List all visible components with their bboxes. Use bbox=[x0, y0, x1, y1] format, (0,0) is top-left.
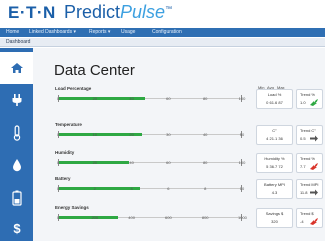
sidebar-battery[interactable] bbox=[0, 182, 33, 214]
product-name: PredictPulse™ bbox=[64, 2, 173, 22]
trend-flat-icon bbox=[310, 189, 318, 196]
tick-label: 20 bbox=[129, 132, 134, 137]
sidebar: $ bbox=[0, 48, 33, 241]
sidebar-home[interactable] bbox=[0, 52, 33, 84]
trend-card: Trend % 7.7 bbox=[296, 153, 323, 173]
stat-label: C° bbox=[272, 128, 277, 133]
tick-label: 8 bbox=[204, 186, 207, 191]
tick-label: 10 bbox=[92, 132, 98, 137]
sidebar-humidity[interactable] bbox=[0, 149, 33, 181]
tick-label: 100 bbox=[238, 160, 246, 165]
row-label: Load Percentage bbox=[55, 86, 92, 91]
tick-label: 400 bbox=[128, 215, 135, 220]
tick-label: 0 bbox=[56, 96, 60, 101]
nav-linked-dashboards[interactable]: Linked Dashboards ▾ bbox=[29, 29, 76, 35]
tick-label: 6 bbox=[167, 186, 170, 191]
logo-bar: E·T·N PredictPulse™ bbox=[0, 0, 325, 26]
scale-bar bbox=[58, 131, 242, 138]
tick-label: 80 bbox=[202, 96, 208, 101]
stat-value: 5 36.7 72 bbox=[266, 164, 283, 169]
scale-bar bbox=[58, 185, 242, 192]
stat-card: Humidity % 5 36.7 72 bbox=[256, 153, 293, 173]
tick-label: 0 bbox=[56, 186, 60, 191]
trend-card: Trend C° 0.5 bbox=[296, 125, 323, 145]
sidebar-temperature[interactable] bbox=[0, 117, 33, 149]
page-title: Data Center bbox=[54, 62, 135, 79]
tick-label: 60 bbox=[166, 160, 171, 165]
nav-configuration[interactable]: Configuration bbox=[152, 29, 182, 35]
tick-label: 800 bbox=[201, 215, 209, 220]
tick-label: 600 bbox=[165, 215, 172, 220]
tick-label: 200 bbox=[91, 215, 99, 220]
stat-label: Battery MPI bbox=[264, 182, 285, 187]
stat-label: Load % bbox=[267, 92, 282, 97]
stat-card: Battery MPI 4.3 bbox=[256, 179, 293, 199]
stat-label: Savings $ bbox=[265, 211, 284, 216]
scale-bar bbox=[58, 95, 242, 102]
nav-usage[interactable]: Usage bbox=[121, 29, 135, 35]
breadcrumb-dashboard[interactable]: Dashboard bbox=[6, 39, 30, 45]
stat-label: Humidity % bbox=[264, 156, 285, 161]
tick-label: 80 bbox=[202, 160, 208, 165]
trend-label: Trend % bbox=[300, 156, 315, 161]
stat-card: C° 4 21.1 36 bbox=[256, 125, 293, 145]
stat-card: Load % 0 61.6 87 bbox=[256, 89, 293, 109]
trend-card: Trend % 1.0 bbox=[296, 89, 323, 109]
trend-card: Trend $ -4 bbox=[296, 208, 323, 228]
stat-card: Savings $ 320 bbox=[256, 208, 293, 228]
trend-up-icon bbox=[310, 99, 318, 106]
top-nav: Home Linked Dashboards ▾ Reports ▾ Usage… bbox=[0, 28, 325, 37]
battery-icon bbox=[11, 190, 22, 206]
tick-label: 30 bbox=[166, 132, 171, 137]
home-icon bbox=[10, 63, 23, 73]
tick-label: 40 bbox=[129, 96, 134, 101]
sidebar-savings[interactable]: $ bbox=[0, 212, 33, 241]
row-label: Energy Savings bbox=[55, 205, 89, 210]
plug-icon bbox=[12, 94, 21, 106]
sidebar-power[interactable] bbox=[0, 84, 33, 116]
trend-up-red-icon bbox=[310, 163, 318, 170]
trend-label: Trend % bbox=[300, 92, 315, 97]
thermometer-icon bbox=[13, 125, 20, 141]
tick-label: 2 bbox=[93, 186, 96, 191]
nav-home[interactable]: Home bbox=[6, 29, 19, 35]
tick-label: 0 bbox=[56, 160, 60, 165]
tick-label: 20 bbox=[92, 160, 98, 165]
row-label: Battery bbox=[55, 176, 71, 181]
eaton-logo: E·T·N bbox=[8, 3, 56, 22]
tick-label: 60 bbox=[166, 96, 171, 101]
nav-reports[interactable]: Reports ▾ bbox=[89, 29, 110, 35]
tick-label: 50 bbox=[239, 132, 245, 137]
trend-label: Trend $ bbox=[300, 211, 314, 216]
tick-label: 0 bbox=[56, 215, 60, 220]
trend-label: Trend C° bbox=[300, 128, 316, 133]
scale-bar bbox=[58, 159, 242, 166]
tick-label: 40 bbox=[202, 132, 208, 137]
stat-value: 4.3 bbox=[271, 190, 278, 195]
water-drop-icon bbox=[12, 159, 21, 172]
tick-label: 10 bbox=[239, 186, 245, 191]
trend-up-red-icon bbox=[310, 218, 318, 225]
trend-flat-icon bbox=[310, 135, 318, 142]
stat-value: 0 61.6 87 bbox=[266, 100, 283, 105]
trend-card: Trend MPI 11.8 bbox=[296, 179, 323, 199]
breadcrumb: Dashboard bbox=[0, 38, 325, 47]
row-label: Temperature bbox=[55, 122, 82, 127]
svg-text:$: $ bbox=[13, 221, 21, 235]
tick-label: 100 bbox=[238, 96, 246, 101]
scale-fill bbox=[59, 216, 118, 219]
dollar-icon: $ bbox=[13, 221, 21, 235]
row-label: Humidity bbox=[55, 150, 75, 155]
tick-label: 1000 bbox=[238, 215, 247, 220]
stat-value: 320 bbox=[271, 219, 278, 224]
tick-label: 4 bbox=[130, 186, 133, 191]
trend-label: Trend MPI bbox=[300, 182, 319, 187]
tick-label: 0 bbox=[56, 132, 60, 137]
stat-value: 4 21.1 36 bbox=[266, 136, 283, 141]
tick-label: 40 bbox=[129, 160, 134, 165]
tick-label: 20 bbox=[92, 96, 98, 101]
scale-bar bbox=[58, 214, 242, 221]
